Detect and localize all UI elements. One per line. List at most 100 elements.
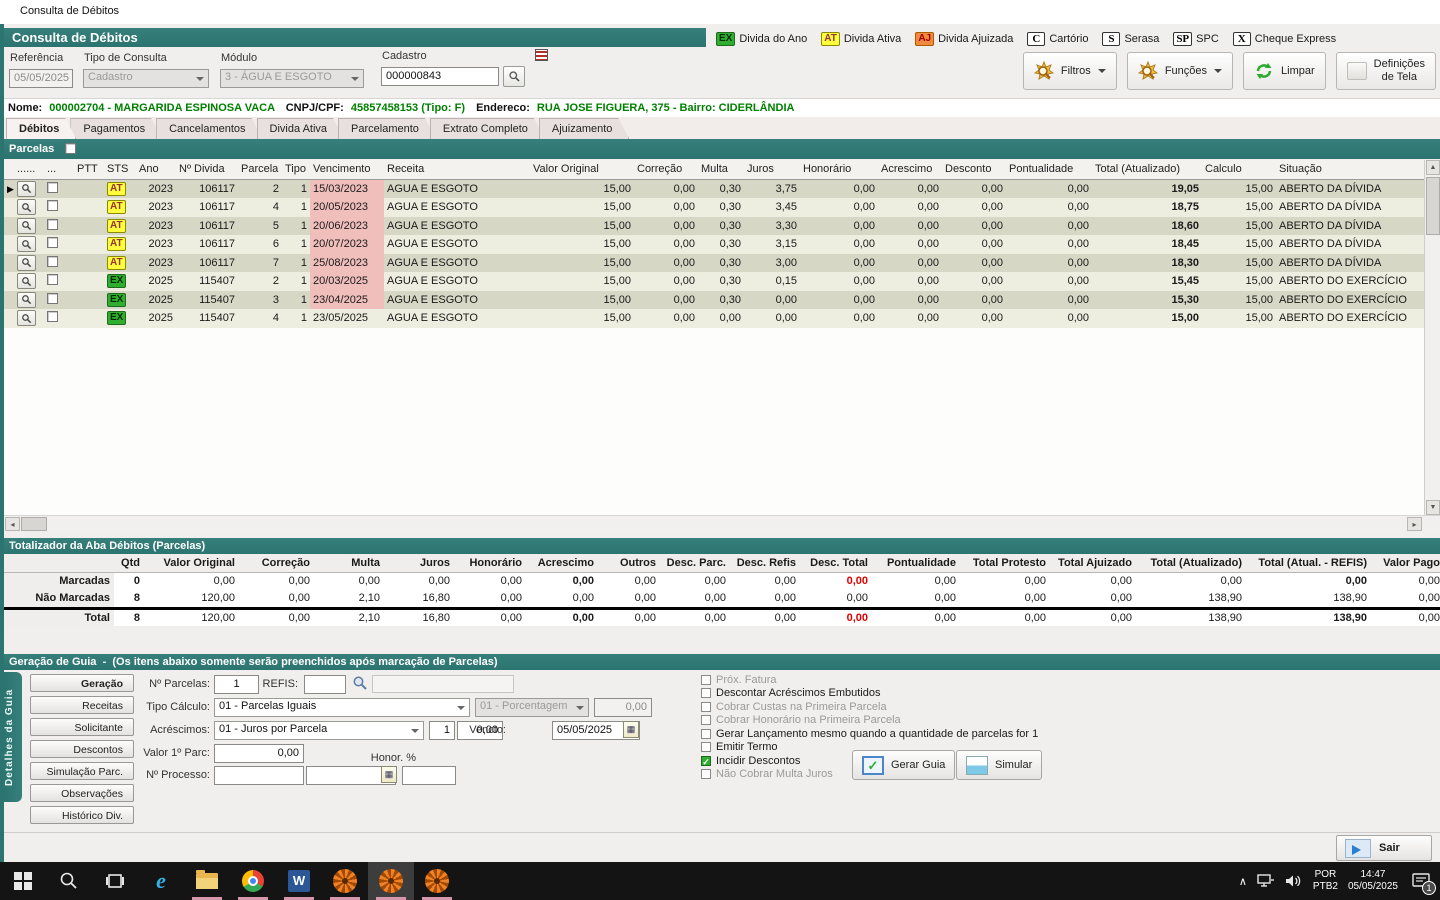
- guia-button-geracao[interactable]: Geração: [30, 674, 134, 692]
- acrescimo-cell: 0,00: [878, 290, 942, 309]
- acrescimos-select[interactable]: 01 - Juros por Parcela: [214, 721, 424, 740]
- row-checkbox[interactable]: [47, 200, 58, 212]
- vertical-scrollbar[interactable]: ▲ ▼: [1424, 160, 1440, 515]
- table-row[interactable]: AT 2023 106117 4 1 20/05/2023 AGUA E ESGOTO 15,…: [4, 198, 1429, 217]
- row-checkbox[interactable]: [47, 181, 58, 193]
- checkbox-cobrar-custas-na-primeira-parcela[interactable]: Cobrar Custas na Primeira Parcela: [701, 700, 1038, 714]
- tab-ajuizamento[interactable]: Ajuizamento: [539, 118, 630, 139]
- tipo-calculo-select[interactable]: 01 - Parcelas Iguais: [214, 698, 470, 717]
- refis-search-icon[interactable]: [352, 675, 368, 691]
- guia-button-solicitante[interactable]: Solicitante: [30, 718, 134, 736]
- cadastro-list-icon[interactable]: [535, 49, 548, 61]
- checkbox-prox-fatura[interactable]: Próx. Fatura: [701, 673, 1038, 687]
- porcentagem-select[interactable]: 01 - Porcentagem: [475, 698, 589, 717]
- word-button[interactable]: W: [276, 862, 322, 900]
- magnifier-button[interactable]: [17, 180, 36, 197]
- funcoes-button[interactable]: Funções: [1126, 52, 1234, 90]
- guia-button-historico-div[interactable]: Histórico Div.: [30, 806, 134, 824]
- tab-cancelamentos[interactable]: Cancelamentos: [156, 118, 262, 139]
- magnifier-button[interactable]: [17, 310, 36, 326]
- horizontal-scroll-thumb[interactable]: [21, 517, 47, 531]
- taskbar-search-button[interactable]: [46, 862, 92, 900]
- tipo-consulta-select[interactable]: Cadastro: [83, 69, 209, 88]
- gerar-guia-button[interactable]: ✓ Gerar Guia: [852, 750, 956, 780]
- sair-button[interactable]: Sair: [1336, 835, 1432, 861]
- vertical-scroll-thumb[interactable]: [1426, 177, 1440, 235]
- magnifier-button[interactable]: [17, 273, 36, 289]
- checkbox-icon: [701, 742, 711, 753]
- tray-chevron-icon[interactable]: ∧: [1239, 875, 1247, 888]
- row-checkbox[interactable]: [47, 255, 58, 267]
- detalhes-da-guia-tab[interactable]: Detalhes da Guia: [4, 672, 22, 802]
- definicoes-tela-button[interactable]: Definições de Tela: [1335, 52, 1436, 90]
- table-row[interactable]: EX 2025 115407 2 1 20/03/2025 AGUA E ESGOTO 15,…: [4, 272, 1429, 291]
- row-checkbox[interactable]: [47, 274, 58, 286]
- app-button-3[interactable]: [414, 862, 460, 900]
- scroll-up-icon[interactable]: ▲: [1426, 160, 1440, 175]
- checkbox-label: Emitir Termo: [716, 741, 778, 754]
- processo-field[interactable]: [214, 766, 304, 785]
- network-icon[interactable]: [1257, 874, 1275, 888]
- clock[interactable]: 14:47 05/05/2025: [1348, 869, 1398, 894]
- guia-button-simulacao-parc[interactable]: Simulação Parc.: [30, 762, 134, 780]
- porcentagem-valor-field[interactable]: 0,00: [594, 698, 652, 717]
- guia-button-descontos[interactable]: Descontos: [30, 740, 134, 758]
- modulo-select[interactable]: 3 - ÁGUA E ESGOTO: [220, 69, 364, 88]
- acrescimos-qtd-field[interactable]: 1: [429, 721, 455, 740]
- row-checkbox[interactable]: [47, 292, 58, 304]
- referencia-field[interactable]: 05/05/2025: [9, 69, 73, 88]
- table-row[interactable]: AT 2023 106117 6 1 20/07/2023 AGUA E ESGOTO 15,…: [4, 235, 1429, 254]
- table-row[interactable]: EX 2025 115407 3 1 23/04/2025 AGUA E ESGOTO 15,…: [4, 290, 1429, 309]
- task-view-button[interactable]: [92, 862, 138, 900]
- magnifier-button[interactable]: [17, 236, 36, 252]
- magnifier-button[interactable]: [17, 199, 36, 215]
- tab-debitos[interactable]: Débitos: [6, 118, 76, 139]
- totals-value: 0,00: [572, 592, 594, 605]
- checkbox-gerar-lancamento-mesmo-quando-a-quantidade-de-parcelas-for-1[interactable]: Gerar Lançamento mesmo quando a quantida…: [701, 727, 1038, 741]
- checkbox-cobrar-honorario-na-primeira-parcela[interactable]: Cobrar Honorário na Primeira Parcela: [701, 714, 1038, 728]
- calendar-icon[interactable]: ▦: [623, 721, 639, 738]
- limpar-button[interactable]: Limpar: [1243, 52, 1326, 90]
- cadastro-search-button[interactable]: [503, 66, 525, 87]
- table-row[interactable]: AT 2023 106117 5 1 20/06/2023 AGUA E ESGOTO 15,…: [4, 216, 1429, 235]
- app-button-1[interactable]: [322, 862, 368, 900]
- tab-divida-ativa[interactable]: Divida Ativa: [257, 118, 344, 139]
- table-row[interactable]: ▶ AT 2023 106117 2 1 15/03/2023 AGUA E ESGOTO 15…: [4, 179, 1429, 198]
- cadastro-field[interactable]: 000000843: [381, 67, 499, 86]
- speaker-icon[interactable]: [1285, 874, 1303, 888]
- file-explorer-button[interactable]: [184, 862, 230, 900]
- table-row[interactable]: AT 2023 106117 7 1 25/08/2023 AGUA E ESGOTO 15,…: [4, 253, 1429, 272]
- start-button[interactable]: [0, 862, 46, 900]
- honor-field[interactable]: [402, 766, 456, 785]
- guia-button-observacoes[interactable]: Observações: [30, 784, 134, 802]
- language-indicator[interactable]: POR PTB2: [1313, 869, 1338, 894]
- filtros-button[interactable]: Filtros: [1022, 52, 1117, 90]
- simular-button[interactable]: Simular: [956, 750, 1043, 780]
- calculator-icon[interactable]: ▦: [381, 766, 397, 783]
- scroll-down-icon[interactable]: ▼: [1426, 500, 1440, 515]
- scroll-left-icon[interactable]: ◂: [5, 517, 20, 531]
- tab-extrato-completo[interactable]: Extrato Completo: [430, 118, 545, 139]
- row-checkbox[interactable]: [47, 218, 58, 230]
- tab-pagamentos[interactable]: Pagamentos: [70, 118, 162, 139]
- acrescimo-cell: 0,00: [878, 272, 942, 291]
- row-checkbox[interactable]: [47, 237, 58, 249]
- grid-header-pontualidade: Pontualidade: [1006, 160, 1092, 180]
- magnifier-button[interactable]: [17, 254, 36, 271]
- magnifier-button[interactable]: [17, 217, 36, 234]
- internet-explorer-button[interactable]: e: [138, 862, 184, 900]
- checkbox-descontar-acrescimos-embutidos[interactable]: Descontar Acréscimos Embutidos: [701, 687, 1038, 701]
- parcelas-checkbox[interactable]: [65, 143, 77, 154]
- valor1-field[interactable]: 0,00: [214, 744, 304, 763]
- row-checkbox[interactable]: [47, 311, 58, 323]
- scroll-right-icon[interactable]: ▸: [1407, 517, 1422, 531]
- guia-button-receitas[interactable]: Receitas: [30, 696, 134, 714]
- horizontal-scrollbar[interactable]: ◂ ▸: [4, 515, 1440, 531]
- chrome-button[interactable]: [230, 862, 276, 900]
- app-button-2-active[interactable]: [368, 862, 414, 900]
- tab-parcelamento[interactable]: Parcelamento: [338, 118, 436, 139]
- magnifier-button[interactable]: [17, 291, 36, 308]
- notification-center-button[interactable]: 1: [1408, 868, 1436, 895]
- refis-field[interactable]: [304, 675, 346, 694]
- table-row[interactable]: EX 2025 115407 4 1 23/05/2025 AGUA E ESGOTO 15,…: [4, 309, 1429, 328]
